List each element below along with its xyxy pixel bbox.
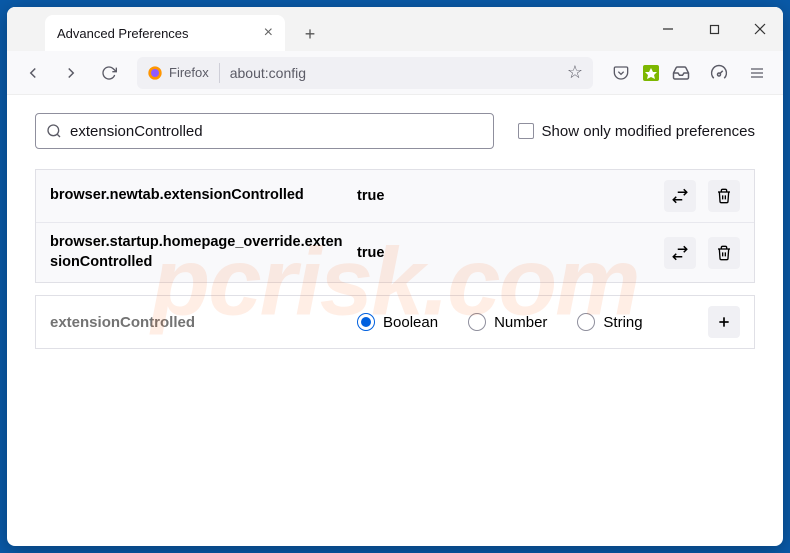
checkbox-text: Show only modified preferences — [542, 123, 755, 140]
search-box[interactable] — [35, 113, 494, 149]
url-bar[interactable]: Firefox about:config ☆ — [137, 57, 593, 89]
swap-icon — [671, 187, 689, 205]
firefox-icon — [147, 65, 163, 81]
show-modified-label[interactable]: Show only modified preferences — [518, 123, 755, 140]
radio-number[interactable]: Number — [468, 313, 547, 331]
show-modified-checkbox[interactable] — [518, 123, 534, 139]
search-row: Show only modified preferences — [35, 113, 755, 149]
urlbar-separator — [219, 63, 220, 83]
url-text: about:config — [230, 65, 306, 81]
dashboard-button[interactable] — [703, 57, 735, 89]
pref-row: browser.startup.homepage_override.extens… — [36, 222, 754, 282]
pref-value: true — [357, 188, 652, 204]
type-radio-group: Boolean Number String — [357, 313, 696, 331]
window-controls — [645, 7, 783, 51]
radio-label: String — [603, 314, 642, 331]
inbox-button[interactable] — [665, 57, 697, 89]
pocket-button[interactable] — [605, 57, 637, 89]
delete-button[interactable] — [708, 180, 740, 212]
pref-row: browser.newtab.extensionControlled true — [36, 170, 754, 222]
radio-label: Number — [494, 314, 547, 331]
radio-input[interactable] — [577, 313, 595, 331]
pref-list: browser.newtab.extensionControlled true … — [35, 169, 755, 283]
forward-button[interactable] — [55, 57, 87, 89]
new-pref-row-container: extensionControlled Boolean Number Strin… — [35, 295, 755, 349]
swap-icon — [671, 244, 689, 262]
bookmark-star-icon[interactable]: ☆ — [567, 62, 583, 83]
minimize-button[interactable] — [645, 7, 691, 51]
pref-value: true — [357, 245, 652, 261]
radio-label: Boolean — [383, 314, 438, 331]
page-content: Show only modified preferences browser.n… — [7, 95, 783, 367]
menu-button[interactable] — [741, 57, 773, 89]
toggle-button[interactable] — [664, 180, 696, 212]
trash-icon — [716, 245, 732, 261]
browser-window: Advanced Preferences × + — [7, 7, 783, 546]
radio-boolean[interactable]: Boolean — [357, 313, 438, 331]
search-input[interactable] — [70, 123, 483, 140]
new-pref-row: extensionControlled Boolean Number Strin… — [36, 296, 754, 348]
reload-button[interactable] — [93, 57, 125, 89]
close-tab-icon[interactable]: × — [264, 24, 273, 42]
new-tab-button[interactable]: + — [295, 17, 325, 51]
tab-title: Advanced Preferences — [57, 26, 189, 41]
pref-name: browser.newtab.extensionControlled — [50, 186, 345, 206]
trash-icon — [716, 188, 732, 204]
radio-string[interactable]: String — [577, 313, 642, 331]
close-window-button[interactable] — [737, 7, 783, 51]
tab-advanced-preferences[interactable]: Advanced Preferences × — [45, 15, 285, 51]
add-button[interactable] — [708, 306, 740, 338]
extension-button[interactable] — [643, 65, 659, 81]
radio-input[interactable] — [468, 313, 486, 331]
search-icon — [46, 123, 62, 139]
pref-name: browser.startup.homepage_override.extens… — [50, 233, 345, 272]
maximize-button[interactable] — [691, 7, 737, 51]
toggle-button[interactable] — [664, 237, 696, 269]
delete-button[interactable] — [708, 237, 740, 269]
nav-toolbar: Firefox about:config ☆ — [7, 51, 783, 95]
radio-input[interactable] — [357, 313, 375, 331]
titlebar: Advanced Preferences × + — [7, 7, 783, 51]
identity-label: Firefox — [169, 65, 209, 80]
new-pref-name: extensionControlled — [50, 314, 345, 331]
plus-icon — [716, 314, 732, 330]
back-button[interactable] — [17, 57, 49, 89]
identity-box[interactable]: Firefox — [147, 65, 209, 81]
